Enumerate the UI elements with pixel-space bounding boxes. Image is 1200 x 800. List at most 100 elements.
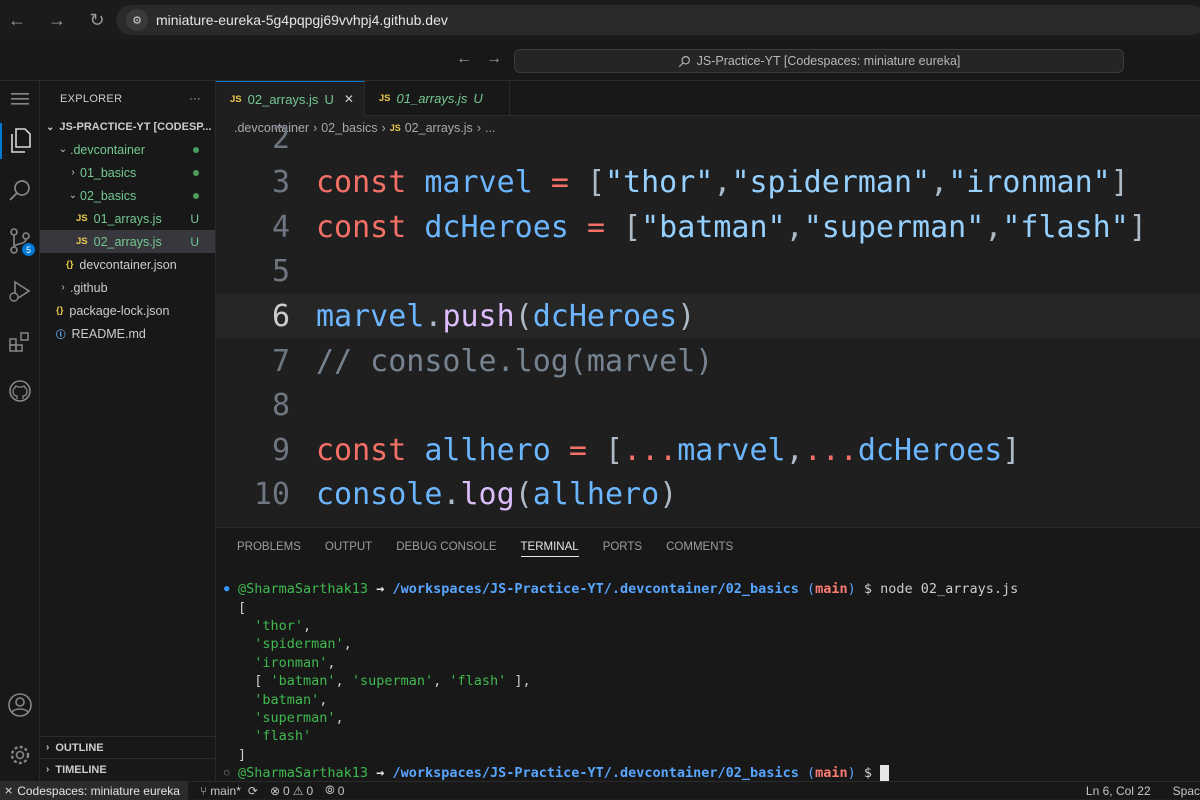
code-token: , <box>785 209 804 245</box>
cursor-position[interactable]: Ln 6, Col 22 <box>1086 784 1151 798</box>
title-navigation: ← → <box>456 50 502 68</box>
tree-item[interactable]: JS 02_arrays.js U <box>40 230 215 253</box>
branch-status[interactable]: ⑂ main* ⟳ <box>200 784 258 798</box>
ports-count: 0 <box>337 783 345 798</box>
javascript-file-icon: JS <box>378 93 391 104</box>
tree-item[interactable]: ⌄ 02_basics <box>40 184 215 207</box>
broadcast-icon: ⦾ <box>325 783 335 797</box>
code-token: ... <box>623 432 678 468</box>
tab-02_arrays-js[interactable]: JS 02_arrays.js U ✕ <box>216 81 365 116</box>
panel-tab-terminal[interactable]: TERMINAL <box>520 541 579 557</box>
terminal[interactable]: ● @SharmaSarthak13 → /workspaces/JS-Pract… <box>224 580 1194 782</box>
run-debug-icon[interactable] <box>0 273 40 309</box>
command-center-label: JS-Practice-YT [Codespaces: miniature eu… <box>696 54 961 68</box>
address-bar[interactable]: ⚙ miniature-eureka-5g4pqpgj69vvhpj4.gith… <box>116 5 1200 35</box>
code-token: ( <box>514 298 533 334</box>
code-token: ) <box>659 477 678 513</box>
terminal-prompt-line: ○ @SharmaSarthak13 → /workspaces/JS-Pract… <box>224 764 1194 782</box>
line-content: const dcHeroes = ["batman","superman","f… <box>316 210 1147 245</box>
remote-indicator[interactable]: ⨯ Codespaces: miniature eureka <box>0 781 188 800</box>
sync-icon[interactable]: ⟳ <box>248 784 258 798</box>
source-control-icon[interactable]: 5 <box>0 223 40 259</box>
tree-item[interactable]: {} package-lock.json <box>40 299 215 322</box>
error-count: 0 <box>283 783 290 798</box>
indentation-status[interactable]: Spac <box>1173 784 1200 798</box>
site-settings-icon[interactable]: ⚙ <box>126 9 148 31</box>
panel-tab-ports[interactable]: PORTS <box>603 541 642 553</box>
command-center[interactable]: JS-Practice-YT [Codespaces: miniature eu… <box>514 49 1124 73</box>
close-icon[interactable]: ✕ <box>344 92 354 106</box>
terminal-prompt-line: ● @SharmaSarthak13 → /workspaces/JS-Pract… <box>224 580 1194 598</box>
back-icon[interactable]: ← <box>6 9 28 31</box>
timeline-label: TIMELINE <box>55 763 107 776</box>
code-token: ( <box>514 477 533 513</box>
terminal-token: , <box>343 636 352 653</box>
git-status-badge: U <box>190 234 199 249</box>
info-file-icon: ⓘ <box>56 329 66 341</box>
vscode-titlebar: ← → JS-Practice-YT [Codespaces: miniatur… <box>0 40 1200 81</box>
tree-item[interactable]: › 01_basics <box>40 161 215 184</box>
terminal-token: 'flash' <box>449 673 507 690</box>
tree-item[interactable]: ⓘ README.md <box>40 322 215 345</box>
warning-count: 0 <box>306 783 314 798</box>
chevron-down-icon: ⌄ <box>68 190 78 201</box>
url-text[interactable]: miniature-eureka-5g4pqpgj69vvhpj4.github… <box>156 12 448 28</box>
extensions-icon[interactable] <box>0 324 40 360</box>
code-token: marvel <box>424 165 551 201</box>
branch-label: main* <box>210 783 241 798</box>
panel-tab-problems[interactable]: PROBLEMS <box>237 541 301 553</box>
terminal-dollar: $ <box>855 581 881 598</box>
tree-item-label: devcontainer.json <box>79 257 177 272</box>
go-back-icon[interactable]: ← <box>456 50 472 68</box>
reload-icon[interactable]: ↻ <box>86 9 108 31</box>
javascript-file-icon: JS <box>76 236 88 247</box>
code-token: , <box>713 165 732 201</box>
explorer-icon[interactable] <box>0 123 40 159</box>
code-token: marvel <box>316 298 425 334</box>
code-token: const <box>316 209 425 245</box>
workspace-root[interactable]: ⌄ JS-PRACTICE-YT [CODESP... <box>40 116 215 138</box>
more-actions-icon[interactable]: ··· <box>189 93 201 105</box>
tab-label: 02_arrays.js <box>247 91 319 107</box>
code-line: 5 <box>216 250 1200 294</box>
line-number: 2 <box>271 120 290 156</box>
code-token: [ <box>623 209 642 245</box>
code-token: "batman" <box>641 209 786 245</box>
chevron-down-icon: ⌄ <box>58 144 68 155</box>
code-token: allhero <box>532 477 660 513</box>
tree-item-label: .github <box>70 280 108 295</box>
panel-tab-output[interactable]: OUTPUT <box>325 541 372 553</box>
github-icon[interactable] <box>0 373 40 409</box>
tab-git-status: U <box>473 91 483 106</box>
code-token: = <box>586 209 624 245</box>
problems-status[interactable]: ⊗ 0 ⚠ 0 <box>270 784 313 798</box>
outline-section[interactable]: › OUTLINE <box>40 736 216 758</box>
tab-01_arrays-js[interactable]: JS 01_arrays.js U <box>365 81 510 116</box>
ports-status[interactable]: ⦾ 0 <box>325 783 344 798</box>
git-status-badge: U <box>190 211 199 226</box>
tree-item[interactable]: JS 01_arrays.js U <box>40 207 215 230</box>
timeline-section[interactable]: › TIMELINE <box>40 758 216 780</box>
chevron-right-icon: › <box>71 167 75 178</box>
terminal-paren: ( <box>798 581 816 598</box>
remote-label: Codespaces: miniature eureka <box>17 783 180 798</box>
go-forward-icon[interactable]: → <box>486 50 502 68</box>
code-token: "spiderman" <box>731 165 931 201</box>
file-tree: ⌄ .devcontainer › 01_basics ⌄ 02_basics JS 01_a… <box>40 138 215 345</box>
settings-gear-icon[interactable] <box>0 737 40 773</box>
search-icon[interactable] <box>0 173 40 209</box>
tree-item[interactable]: › .github <box>40 276 215 299</box>
terminal-status-dot-icon: ● <box>224 584 230 595</box>
tree-item[interactable]: ⌄ .devcontainer <box>40 138 215 161</box>
tree-item[interactable]: {} devcontainer.json <box>40 253 215 276</box>
tree-item-label: .devcontainer <box>70 142 146 157</box>
menu-icon[interactable] <box>0 81 40 117</box>
panel-tab-debug-console[interactable]: DEBUG CONSOLE <box>396 541 496 553</box>
code-token: // console.log(marvel) <box>316 343 714 379</box>
account-icon[interactable] <box>0 687 40 723</box>
panel-tab-comments[interactable]: COMMENTS <box>666 541 733 553</box>
line-number: 9 <box>271 432 290 468</box>
forward-icon[interactable]: → <box>46 9 68 31</box>
